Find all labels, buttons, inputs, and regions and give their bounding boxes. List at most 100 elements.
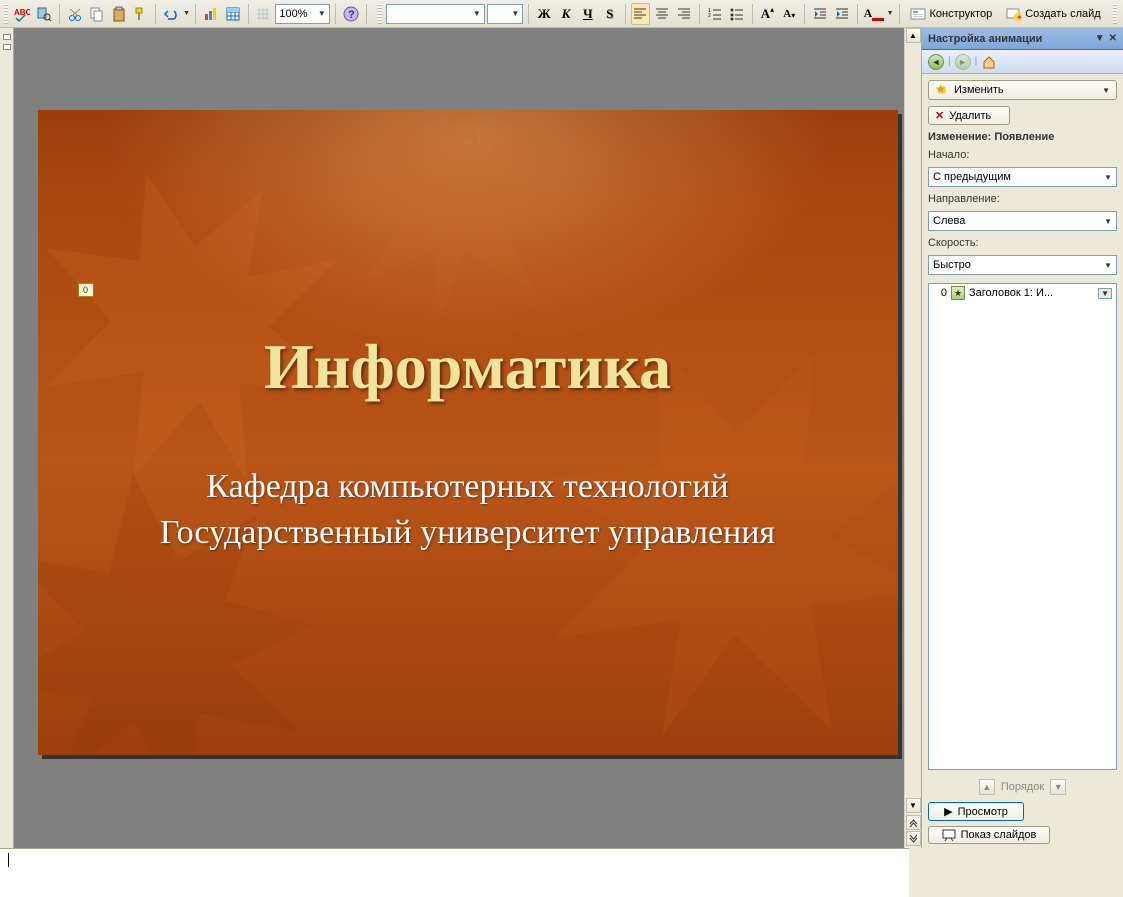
designer-button[interactable]: Конструктор xyxy=(904,3,998,25)
underline-button[interactable]: Ч xyxy=(578,3,598,25)
new-slide-icon: ✦ xyxy=(1006,6,1022,22)
spellcheck-button[interactable]: ABC xyxy=(12,3,32,25)
main-toolbar: ABC ▼ 100%▼ ? ▼ ▼ Ж К Ч S 12 A▴ A▾ A ▼ К… xyxy=(0,0,1123,28)
effect-list[interactable]: 0 ★ Заголовок 1: И... ▼ xyxy=(928,283,1117,770)
notes-textarea[interactable] xyxy=(8,853,901,893)
decrease-font-button[interactable]: A▾ xyxy=(779,3,799,25)
speed-select[interactable]: Быстро▼ xyxy=(928,255,1117,275)
align-center-button[interactable] xyxy=(652,3,672,25)
effect-number: 0 xyxy=(933,287,947,299)
svg-text:2: 2 xyxy=(708,13,711,19)
taskpane-close-button[interactable]: ✕ xyxy=(1109,33,1117,44)
help-button[interactable]: ? xyxy=(341,3,361,25)
slide-editing-area: 0 Информатика Кафедра компьютерных техно… xyxy=(14,28,921,848)
slide-subtitle[interactable]: Кафедра компьютерных технологий Государс… xyxy=(38,464,898,556)
slide-thumbnail-strip xyxy=(0,28,14,848)
taskpane-nav: ◄ | ► | xyxy=(922,50,1123,74)
animation-taskpane: Настройка анимации ▼ ✕ ◄ | ► | Изменить … xyxy=(921,28,1123,848)
decrease-indent-button[interactable] xyxy=(810,3,830,25)
zoom-combo[interactable]: 100%▼ xyxy=(275,4,329,24)
slide-thumbnail[interactable] xyxy=(3,34,11,40)
subtitle-line-1: Кафедра компьютерных технологий xyxy=(118,464,818,510)
change-label: Изменить xyxy=(954,84,1004,96)
slideshow-button[interactable]: Показ слайдов xyxy=(928,826,1050,844)
bold-button[interactable]: Ж xyxy=(534,3,554,25)
scroll-down-button[interactable]: ▼ xyxy=(906,798,921,813)
effect-item-dropdown[interactable]: ▼ xyxy=(1098,288,1112,299)
direction-label: Направление: xyxy=(928,193,1117,205)
font-name-combo[interactable]: ▼ xyxy=(386,4,485,24)
insert-table-button[interactable] xyxy=(223,3,243,25)
svg-text:✦: ✦ xyxy=(1016,13,1022,22)
new-slide-label: Создать слайд xyxy=(1025,8,1100,20)
undo-button[interactable] xyxy=(161,3,181,25)
bullet-list-button[interactable] xyxy=(727,3,747,25)
toolbar-grip-2[interactable] xyxy=(377,4,381,24)
align-right-button[interactable] xyxy=(674,3,694,25)
slide-canvas[interactable]: 0 Информатика Кафедра компьютерных техно… xyxy=(38,110,898,755)
preview-label: Просмотр xyxy=(958,806,1008,818)
speed-label: Скорость: xyxy=(928,237,1117,249)
preview-button[interactable]: ▶ Просмотр xyxy=(928,802,1024,821)
screen-icon xyxy=(942,829,956,841)
toolbar-grip[interactable] xyxy=(4,4,8,24)
direction-select[interactable]: Слева▼ xyxy=(928,211,1117,231)
toolbar-grip-3[interactable] xyxy=(1113,4,1117,24)
effect-type-icon: ★ xyxy=(951,286,965,300)
start-select[interactable]: С предыдущим▼ xyxy=(928,167,1117,187)
vertical-scrollbar[interactable]: ▲ ▼ xyxy=(904,28,921,848)
next-slide-button[interactable] xyxy=(906,831,921,846)
zoom-value: 100% xyxy=(279,8,307,20)
designer-label: Конструктор xyxy=(929,8,992,20)
numbered-list-button[interactable]: 12 xyxy=(705,3,725,25)
notes-pane[interactable] xyxy=(0,848,909,897)
slide-title[interactable]: Информатика xyxy=(38,330,898,404)
reorder-footer: ▲ Порядок ▼ xyxy=(922,776,1123,798)
nav-back-button[interactable]: ◄ xyxy=(928,54,944,70)
designer-icon xyxy=(910,6,926,22)
start-label: Начало: xyxy=(928,149,1117,161)
font-size-combo[interactable]: ▼ xyxy=(487,4,524,24)
research-button[interactable] xyxy=(34,3,54,25)
scroll-up-button[interactable]: ▲ xyxy=(906,28,921,43)
undo-dropdown[interactable]: ▼ xyxy=(183,10,190,17)
nav-forward-button[interactable]: ► xyxy=(955,54,971,70)
copy-button[interactable] xyxy=(87,3,107,25)
effect-list-item[interactable]: 0 ★ Заголовок 1: И... ▼ xyxy=(929,284,1116,302)
reorder-down-button[interactable]: ▼ xyxy=(1050,779,1066,795)
shadow-button[interactable]: S xyxy=(600,3,620,25)
nav-home-button[interactable] xyxy=(981,54,997,70)
star-icon xyxy=(935,83,949,97)
increase-font-button[interactable]: A▴ xyxy=(758,3,778,25)
delete-x-icon: ✕ xyxy=(935,109,944,122)
delete-effect-button[interactable]: ✕ Удалить xyxy=(928,106,1010,125)
effect-header: Изменение: Появление xyxy=(928,131,1117,143)
change-effect-button[interactable]: Изменить ▼ xyxy=(928,80,1117,100)
insert-chart-button[interactable] xyxy=(201,3,221,25)
taskpane-menu-dropdown[interactable]: ▼ xyxy=(1095,33,1105,44)
font-color-button[interactable]: A xyxy=(863,3,885,25)
effect-text: Заголовок 1: И... xyxy=(969,287,1053,299)
font-color-dropdown[interactable]: ▼ xyxy=(887,10,894,17)
svg-text:?: ? xyxy=(348,9,355,21)
paste-button[interactable] xyxy=(109,3,129,25)
subtitle-line-2: Государственный университет управления xyxy=(118,510,818,556)
taskpane-header: Настройка анимации ▼ ✕ xyxy=(922,28,1123,50)
new-slide-button[interactable]: ✦ Создать слайд xyxy=(1000,3,1106,25)
reorder-label: Порядок xyxy=(1001,781,1044,793)
show-grid-button[interactable] xyxy=(254,3,274,25)
format-painter-button[interactable] xyxy=(131,3,151,25)
taskpane-title: Настройка анимации xyxy=(928,33,1042,45)
slideshow-label: Показ слайдов xyxy=(961,829,1037,841)
reorder-up-button[interactable]: ▲ xyxy=(979,779,995,795)
increase-indent-button[interactable] xyxy=(832,3,852,25)
align-left-button[interactable] xyxy=(631,3,651,25)
italic-button[interactable]: К xyxy=(556,3,576,25)
delete-label: Удалить xyxy=(949,110,991,122)
svg-text:ABC: ABC xyxy=(14,8,30,17)
cut-button[interactable] xyxy=(65,3,85,25)
prev-slide-button[interactable] xyxy=(906,815,921,830)
slide-thumbnail[interactable] xyxy=(3,44,11,50)
play-icon: ▶ xyxy=(944,805,952,818)
animation-order-tag[interactable]: 0 xyxy=(78,283,94,297)
